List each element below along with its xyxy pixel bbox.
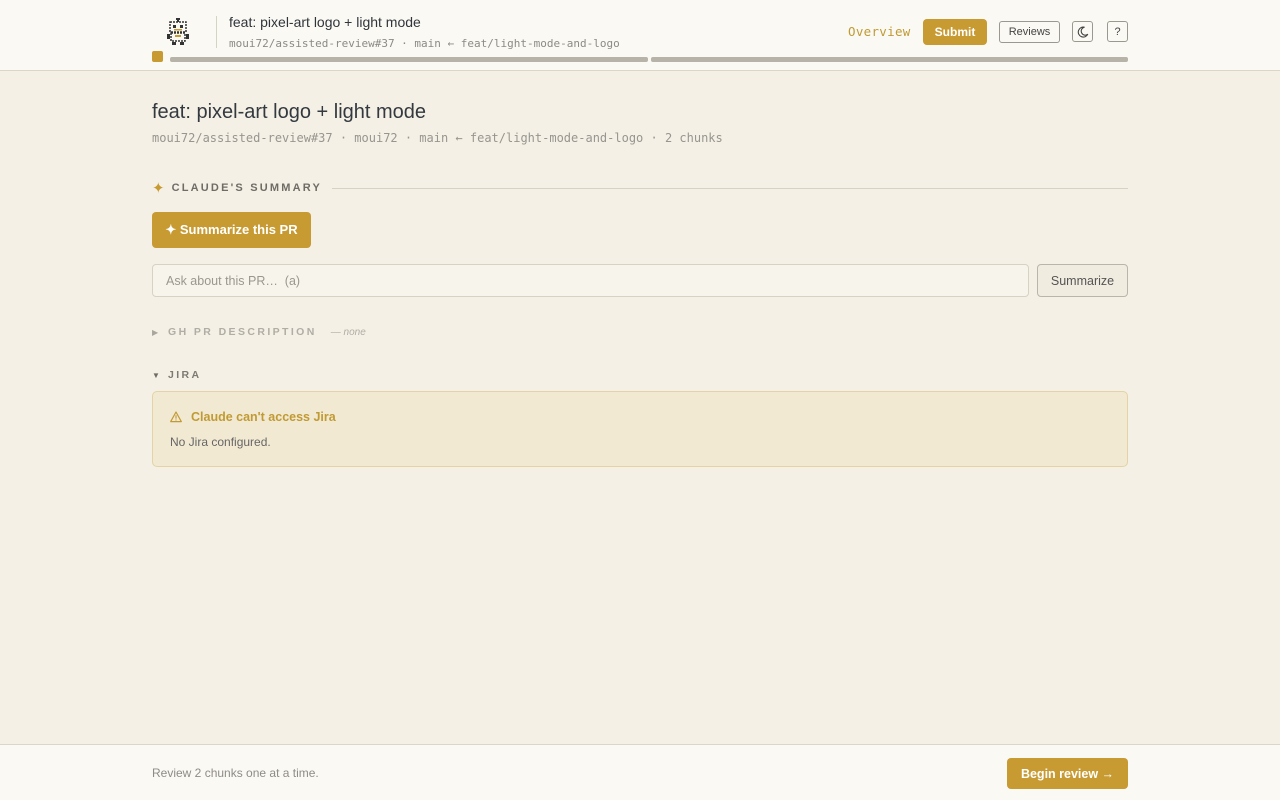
progress-segment-1[interactable] <box>170 57 648 62</box>
section-divider <box>332 187 1128 189</box>
header-subtitle: moui72/assisted-review#37 · main ← feat/… <box>229 37 620 50</box>
progress-segment-2[interactable] <box>651 57 1128 62</box>
ask-pr-input[interactable] <box>152 264 1029 297</box>
jira-warning-text: Claude can't access Jira <box>191 410 336 424</box>
robot-logo-icon <box>167 18 189 45</box>
progress-current-marker <box>152 51 163 62</box>
caret-right-icon: ▶ <box>152 327 159 337</box>
jira-label: JIRA <box>168 369 202 381</box>
jira-warning-heading: Claude can't access Jira <box>170 410 336 424</box>
jira-message: No Jira configured. <box>170 435 271 449</box>
header-title: feat: pixel-art logo + light mode <box>229 14 421 30</box>
reviews-button[interactable]: Reviews <box>999 21 1060 43</box>
warning-icon <box>170 411 182 423</box>
summarize-button[interactable]: Summarize <box>1037 264 1128 297</box>
summary-section-header: ✦ CLAUDE'S SUMMARY <box>152 180 1128 196</box>
gh-description-value: — none <box>330 326 366 338</box>
pr-meta: moui72/assisted-review#37 · moui72 · mai… <box>152 131 723 145</box>
help-button[interactable]: ? <box>1107 21 1128 42</box>
jira-toggle[interactable]: ▼ JIRA <box>152 369 202 381</box>
theme-toggle-button[interactable] <box>1072 21 1093 42</box>
top-bar: feat: pixel-art logo + light mode moui72… <box>0 0 1280 71</box>
footer-bar: Review 2 chunks one at a time. Begin rev… <box>0 744 1280 800</box>
pr-title: feat: pixel-art logo + light mode <box>152 101 427 123</box>
sparkle-icon: ✦ <box>152 179 165 197</box>
caret-down-icon: ▼ <box>152 370 160 380</box>
gh-description-toggle[interactable]: ▶ GH PR DESCRIPTION — none <box>152 326 366 338</box>
moon-icon <box>1077 26 1088 38</box>
submit-button[interactable]: Submit <box>923 19 987 45</box>
footer-text: Review 2 chunks one at a time. <box>152 766 319 780</box>
header-divider <box>216 16 217 48</box>
gh-description-label: GH PR DESCRIPTION <box>168 326 317 338</box>
jira-warning-box: Claude can't access Jira No Jira configu… <box>152 391 1128 467</box>
summarize-pr-button[interactable]: ✦ Summarize this PR <box>152 212 311 248</box>
nav-overview-link[interactable]: Overview <box>848 24 911 39</box>
begin-review-button[interactable]: Begin review → <box>1007 758 1128 789</box>
summary-section-label: CLAUDE'S SUMMARY <box>171 182 323 194</box>
